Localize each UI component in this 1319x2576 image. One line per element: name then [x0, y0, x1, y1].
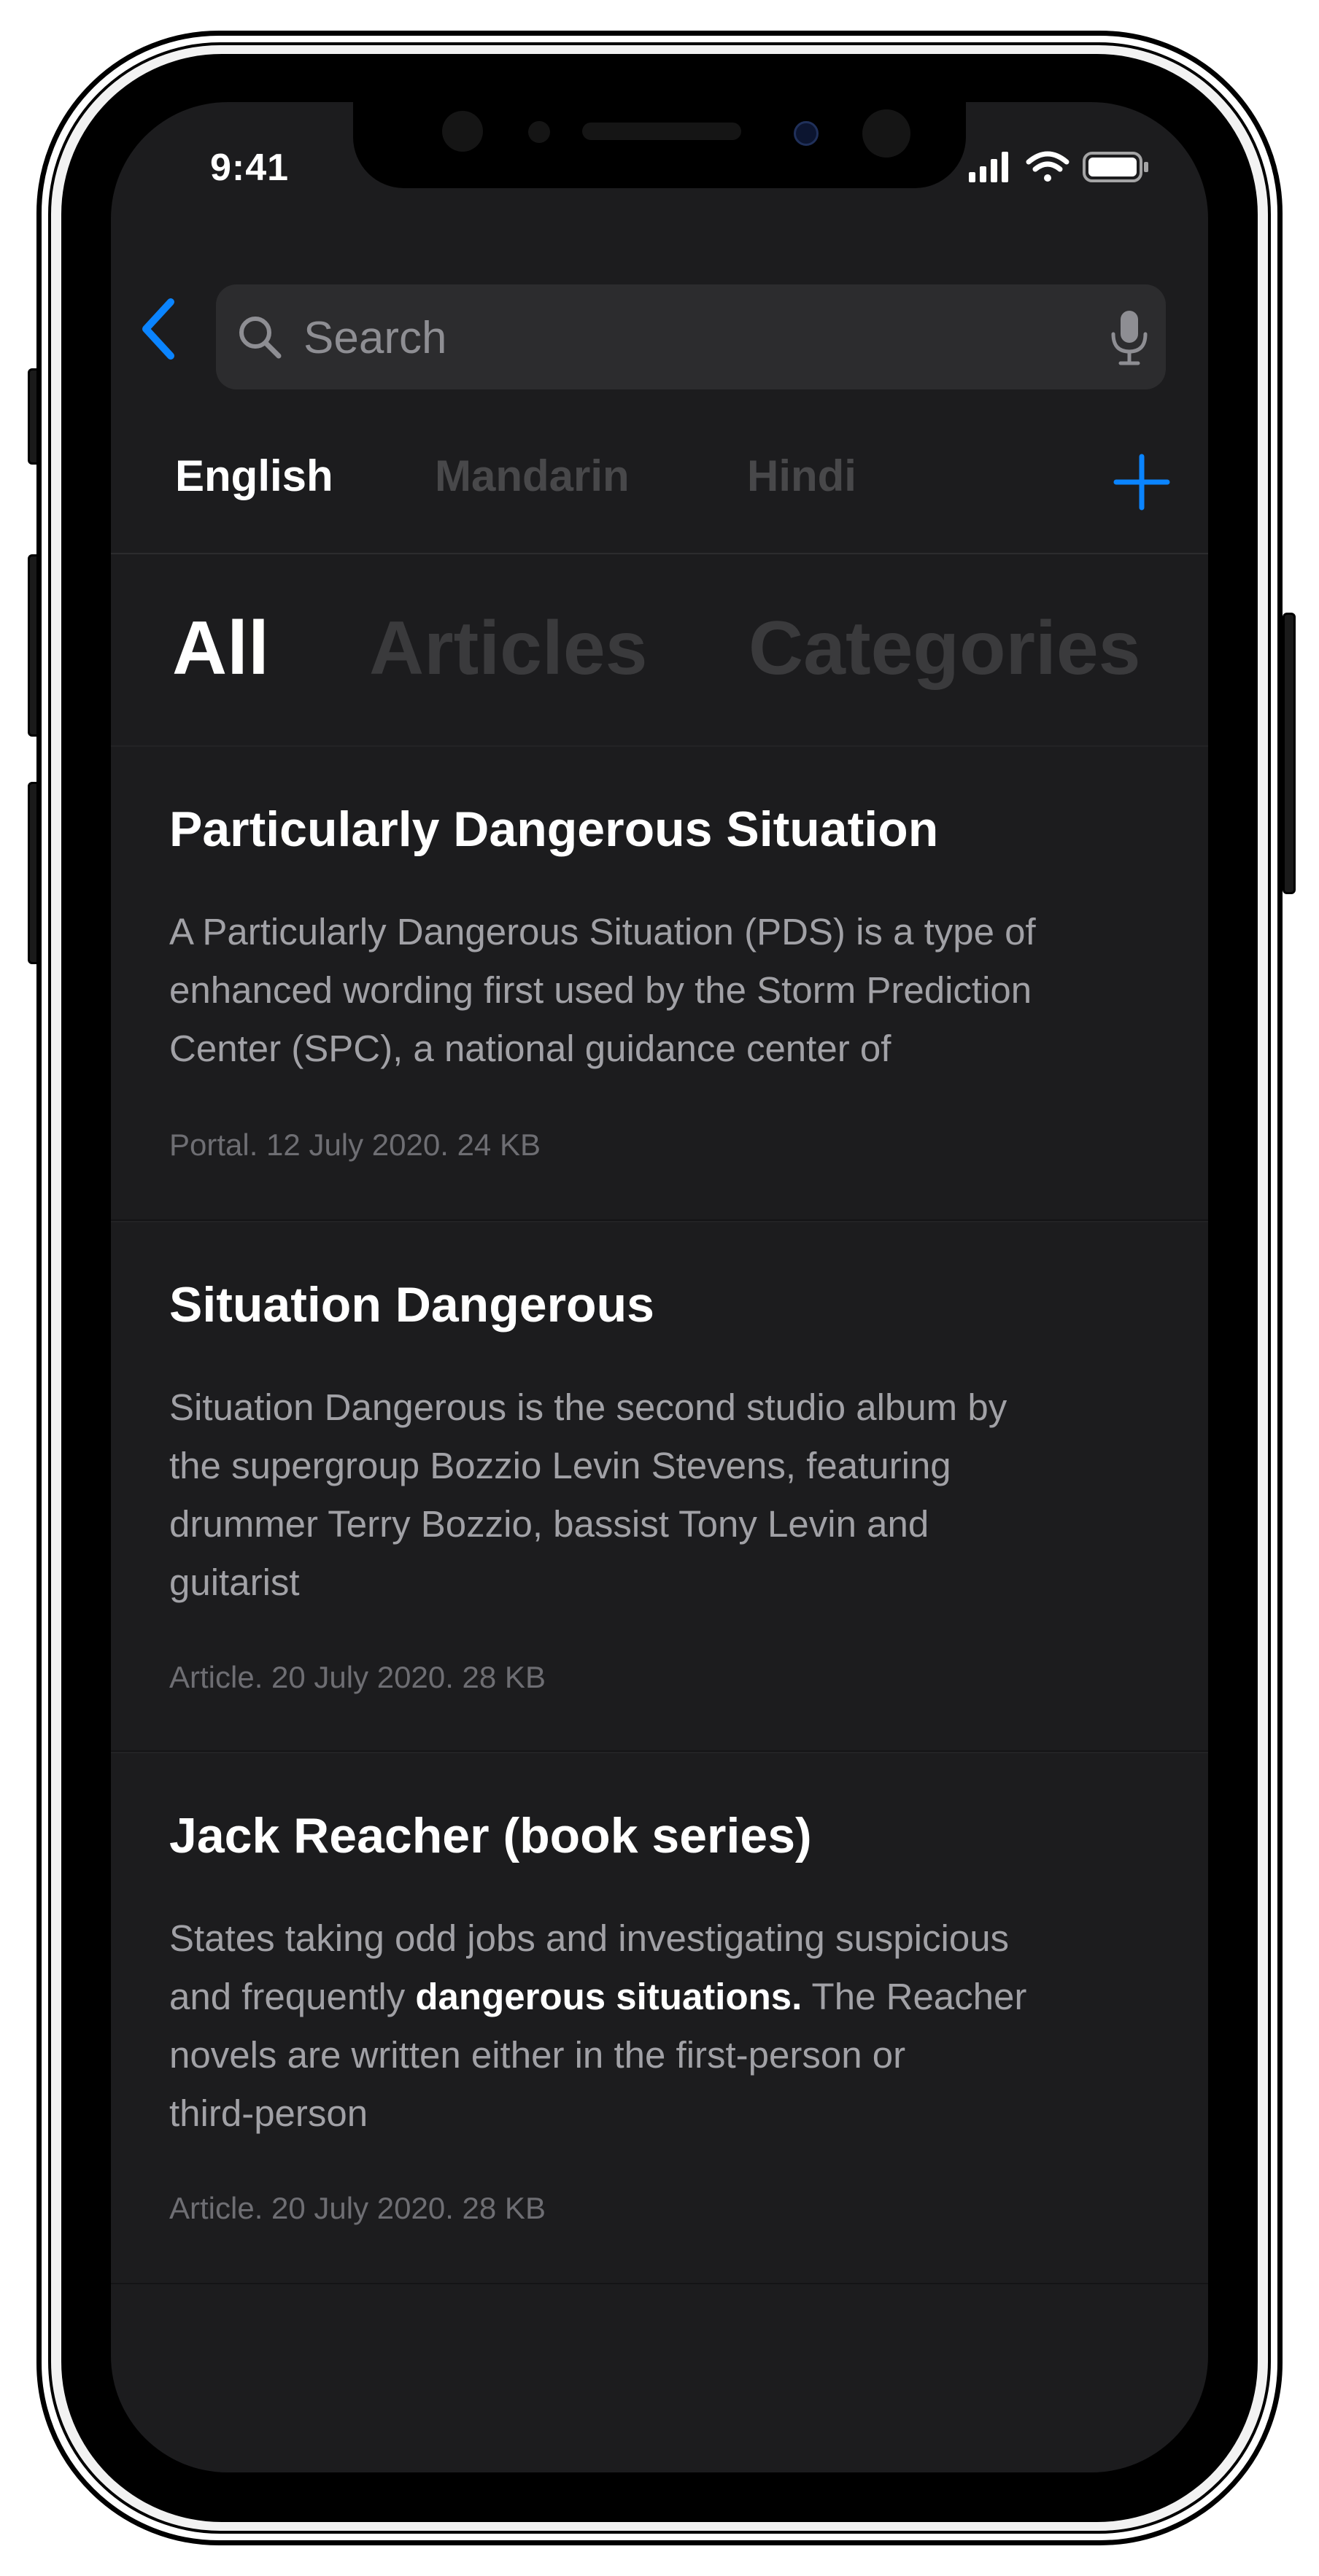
- search-field[interactable]: [216, 284, 1166, 391]
- snippet-line: Center (SPC), a national guidance center…: [169, 1028, 891, 1069]
- status-time: 9:41: [210, 147, 290, 189]
- wifi-icon: [1026, 151, 1069, 182]
- result-card[interactable]: Particularly Dangerous Situation A Parti…: [111, 745, 1208, 1221]
- snippet-line: enhanced wording first used by the Storm…: [169, 969, 1032, 1011]
- snippet-line: Situation Dangerous is the second studio…: [169, 1386, 1007, 1428]
- snippet-line: the supergroup Bozzio Levin Stevens, fea…: [169, 1445, 951, 1486]
- filter-tab-all[interactable]: All: [172, 605, 269, 692]
- filter-tab-articles[interactable]: Articles: [369, 605, 648, 692]
- result-meta: Article. 20 July 2020. 28 KB: [169, 2191, 546, 2225]
- snippet-line: A Particularly Dangerous Situation (PDS)…: [169, 911, 1036, 953]
- battery-icon: [1083, 152, 1148, 182]
- search-input[interactable]: [302, 284, 1034, 391]
- device-mockup: 9:41 Search English Mandarin Hindi All A…: [0, 0, 1319, 2576]
- result-card[interactable]: Situation Dangerous Situation Dangerous …: [111, 1221, 1208, 1752]
- speaker-grille-icon: [582, 123, 741, 140]
- search-icon: [239, 317, 282, 359]
- status-icons: [969, 151, 1148, 182]
- result-meta: Portal. 12 July 2020. 24 KB: [169, 1128, 541, 1162]
- filter-tab-categories[interactable]: Categories: [749, 605, 1141, 692]
- result-title[interactable]: Situation Dangerous: [169, 1276, 654, 1333]
- frame-notch-gap: [598, 2534, 721, 2540]
- language-tab-hindi[interactable]: Hindi: [747, 451, 856, 501]
- add-language-button[interactable]: [1109, 449, 1175, 515]
- divider: [111, 553, 1208, 554]
- dot-projector-icon: [862, 109, 910, 158]
- result-meta: Article. 20 July 2020. 28 KB: [169, 1660, 546, 1694]
- result-snippet: Situation Dangerous is the second studio…: [169, 1378, 1147, 1612]
- cellular-signal-icon: [969, 152, 1008, 182]
- chevron-left-icon: [142, 298, 174, 360]
- snippet-line: and frequently dangerous situations. The…: [169, 1968, 1147, 2026]
- snippet-line: novels are written either in the first-p…: [169, 2034, 906, 2076]
- sensor-icon: [442, 111, 483, 152]
- plus-icon: [1113, 454, 1170, 511]
- result-title[interactable]: Jack Reacher (book series): [169, 1807, 812, 1864]
- result-title[interactable]: Particularly Dangerous Situation: [169, 801, 938, 858]
- language-tab-mandarin[interactable]: Mandarin: [435, 451, 630, 501]
- front-camera-icon: [794, 121, 819, 146]
- snippet-line: States taking odd jobs and investigating…: [169, 1917, 1010, 1959]
- microphone-icon[interactable]: [1109, 308, 1150, 366]
- result-card[interactable]: Jack Reacher (book series) States taking…: [111, 1752, 1208, 2284]
- snippet-line: third-person: [169, 2092, 368, 2134]
- back-button[interactable]: [134, 296, 185, 362]
- app-screen: 9:41 Search English Mandarin Hindi All A…: [111, 102, 1208, 2472]
- result-snippet: A Particularly Dangerous Situation (PDS)…: [169, 903, 1147, 1078]
- snippet-highlight: dangerous situations.: [415, 1976, 802, 2017]
- proximity-sensor-icon: [528, 121, 550, 143]
- snippet-line: drummer Terry Bozzio, bassist Tony Levin…: [169, 1503, 929, 1545]
- language-tab-english[interactable]: English: [175, 451, 333, 501]
- result-snippet: States taking odd jobs and investigating…: [169, 1909, 1147, 2143]
- snippet-text: and frequently: [169, 1976, 416, 2017]
- snippet-text: The Reacher: [802, 1976, 1027, 2017]
- notch: [353, 102, 966, 188]
- snippet-line: guitarist: [169, 1561, 300, 1603]
- power-button: [1283, 613, 1296, 894]
